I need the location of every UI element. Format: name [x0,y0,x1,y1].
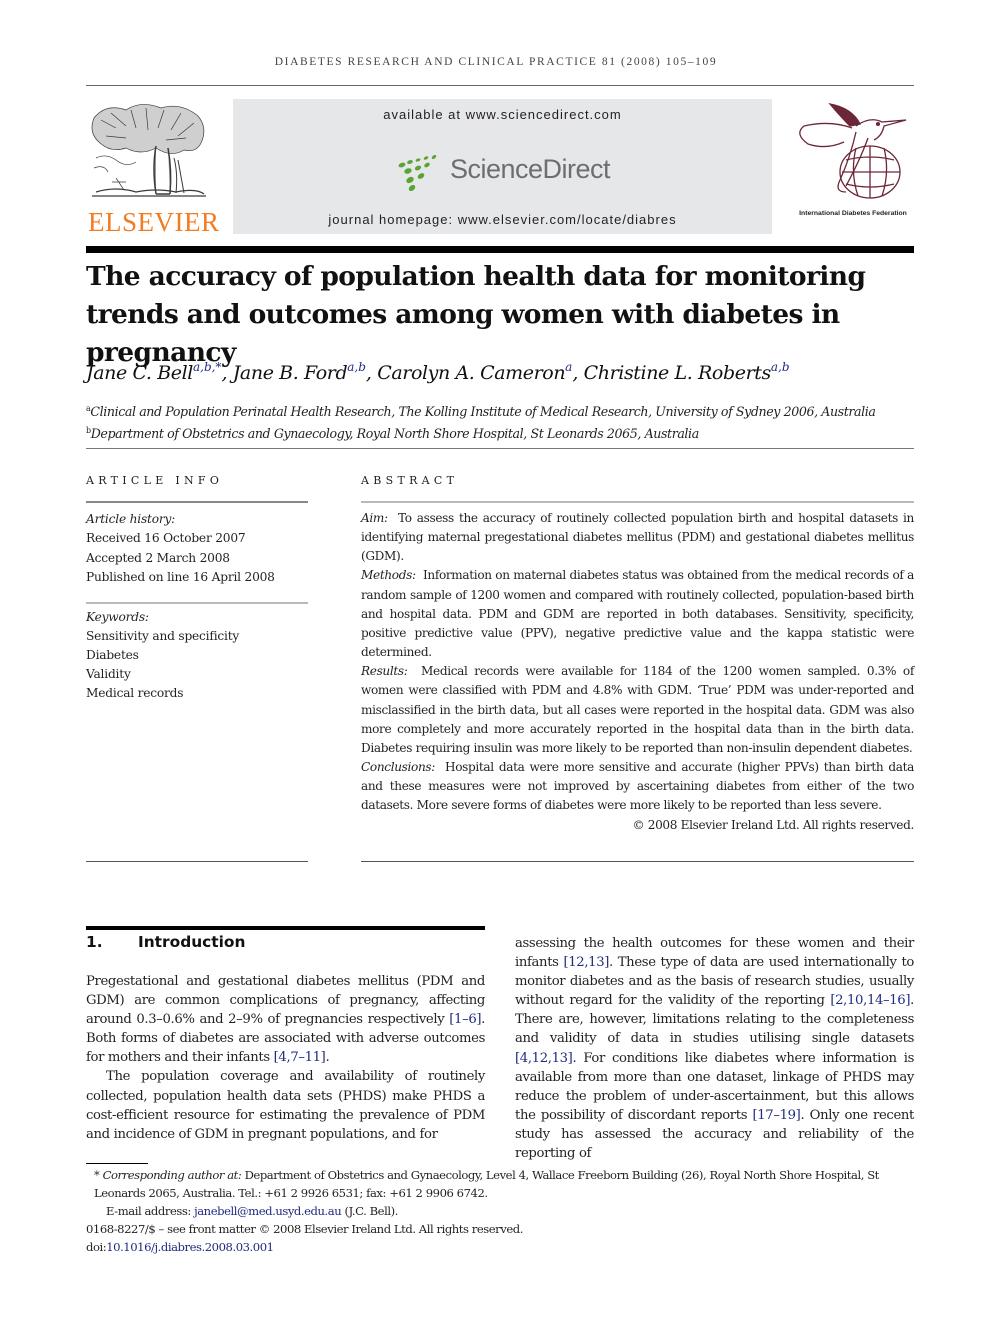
keyword: Medical records [86,686,184,701]
body-text: Pregestational and gestational diabetes … [86,974,485,1028]
abstract-methods: Methods: Information on maternal diabete… [361,566,914,662]
footnote-rule [86,1163,148,1164]
abstract-heading: Abstract [361,474,459,487]
abstract-section-text: Hospital data were more sensitive and ac… [361,760,914,813]
body-paragraph: The population coverage and availability… [86,1067,485,1143]
idf-caption: International Diabetes Federation [799,210,907,217]
front-matter-note: 0168-8227/$ – see front matter © 2008 El… [86,1222,523,1236]
article-history-label: Article history: [86,512,176,526]
abstract-section-text: Information on maternal diabetes status … [361,568,914,660]
body-paragraph: Pregestational and gestational diabetes … [86,972,485,1067]
history-accepted: Accepted 2 March 2008 [86,550,230,565]
citation-link[interactable]: [17–19] [752,1108,800,1123]
sciencedirect-wordmark: ScienceDirect [450,154,611,184]
abstract-section-label: Results: [361,664,408,679]
banner-rule [86,246,914,253]
keyword: Validity [86,667,131,682]
body-text: The population coverage and availability… [86,1069,485,1142]
sciencedirect-dots-icon [398,155,437,191]
doi-note: doi:10.1016/j.diabres.2008.03.001 [86,1238,916,1256]
citation-link[interactable]: [4,7–11] [274,1050,326,1065]
abstract-section-label: Methods: [361,568,416,583]
affiliation-text: Clinical and Population Perinatal Health… [90,404,876,419]
elsevier-tree-icon [91,104,206,197]
author-name[interactable]: Christine L. Roberts [584,362,772,384]
abstract-copyright: © 2008 Elsevier Ireland Ltd. All rights … [632,817,914,832]
affiliations: aClinical and Population Perinatal Healt… [86,399,926,443]
citation-link[interactable]: [2,10,14–16] [830,993,910,1008]
history-received: Received 16 October 2007 [86,531,246,546]
body-column-left: Pregestational and gestational diabetes … [86,972,485,1144]
citation-link[interactable]: [12,13] [563,955,609,970]
abstract-results: Results: Medical records were available … [361,662,914,758]
corresponding-label: Corresponding author at: [102,1168,242,1182]
doi-label: doi: [86,1240,107,1254]
article-history: Article history: Received 16 October 200… [86,510,316,587]
journal-homepage-link[interactable]: journal homepage: www.elsevier.com/locat… [233,212,772,227]
email-note: E-mail address: janebell@med.usyd.edu.au… [86,1202,916,1220]
citation-link[interactable]: [1–6] [449,1012,481,1027]
article-title: The accuracy of population health data f… [86,261,866,368]
journal-banner: available at www.sciencedirect.com Scien… [233,99,772,234]
elsevier-wordmark: ELSEVIER [88,207,220,237]
abstract-bottom-rule [361,861,914,862]
author-affiliation-mark[interactable]: a [565,360,572,374]
affiliation-text: Department of Obstetrics and Gynaecology… [90,426,699,441]
author-list: Jane C. Bella,b,*, Jane B. Forda,b, Caro… [86,360,790,384]
email-label: E-mail address: [106,1204,191,1218]
email-link[interactable]: janebell@med.usyd.edu.au [194,1204,342,1218]
abstract-section-label: Conclusions: [361,760,435,775]
idf-logo[interactable]: International Diabetes Federation [790,98,916,228]
author-name[interactable]: Jane C. Bell [86,362,193,384]
hummingbird-globe-icon [799,103,907,199]
elsevier-logo[interactable]: ELSEVIER [86,98,219,238]
author-name[interactable]: Jane B. Ford [233,362,348,384]
footnote-mark: * [94,1168,100,1182]
section-number: 1. [86,933,103,951]
author-affiliation-mark[interactable]: a,b [771,360,790,374]
keywords-label: Keywords: [86,610,149,624]
section-rule [86,926,485,930]
author-name[interactable]: Carolyn A. Cameron [377,362,565,384]
abstract-body: Aim: To assess the accuracy of routinely… [361,509,914,835]
history-published: Published on line 16 April 2008 [86,569,275,584]
section-title: Introduction [138,933,246,951]
footnotes: * Corresponding author at: Department of… [86,1166,916,1256]
article-info-rule [86,501,308,503]
corresponding-author-note: * Corresponding author at: Department of… [86,1166,916,1202]
keyword: Sensitivity and specificity [86,629,240,644]
header-rule [86,85,914,86]
abstract-aim: Aim: To assess the accuracy of routinely… [361,509,914,566]
section-heading-introduction: 1. Introduction [86,933,245,951]
author-affiliation-mark[interactable]: a,b,* [193,360,221,374]
abstract-section-label: Aim: [361,511,388,525]
abstract-rule [361,501,914,503]
body-paragraph: assessing the health outcomes for these … [515,934,914,1163]
running-head: Diabetes Research and Clinical Practice … [274,56,718,68]
abstract-conclusions: Conclusions: Hospital data were more sen… [361,758,914,815]
keywords-rule [86,602,308,604]
available-at-link[interactable]: available at www.sciencedirect.com [233,107,772,122]
body-text: . [325,1050,330,1066]
body-column-right: assessing the health outcomes for these … [515,934,914,1163]
sciencedirect-logo[interactable]: ScienceDirect [398,153,611,193]
article-info-bottom-rule [86,861,308,862]
email-suffix: (J.C. Bell). [344,1204,399,1218]
citation-link[interactable]: [4,12,13] [515,1051,573,1066]
affiliation-b: bDepartment of Obstetrics and Gynaecolog… [86,421,926,443]
article-info-heading: Article Info [86,474,224,487]
affiliation-rule [86,448,914,449]
doi-link[interactable]: 10.1016/j.diabres.2008.03.001 [106,1240,274,1254]
author-affiliation-mark[interactable]: a,b [347,360,366,374]
affiliation-a: aClinical and Population Perinatal Healt… [86,399,926,421]
abstract-section-text: To assess the accuracy of routinely coll… [361,511,914,564]
abstract-section-text: Medical records were available for 1184 … [361,664,914,755]
keyword: Diabetes [86,648,139,663]
keywords: Keywords: Sensitivity and specificity Di… [86,608,316,703]
